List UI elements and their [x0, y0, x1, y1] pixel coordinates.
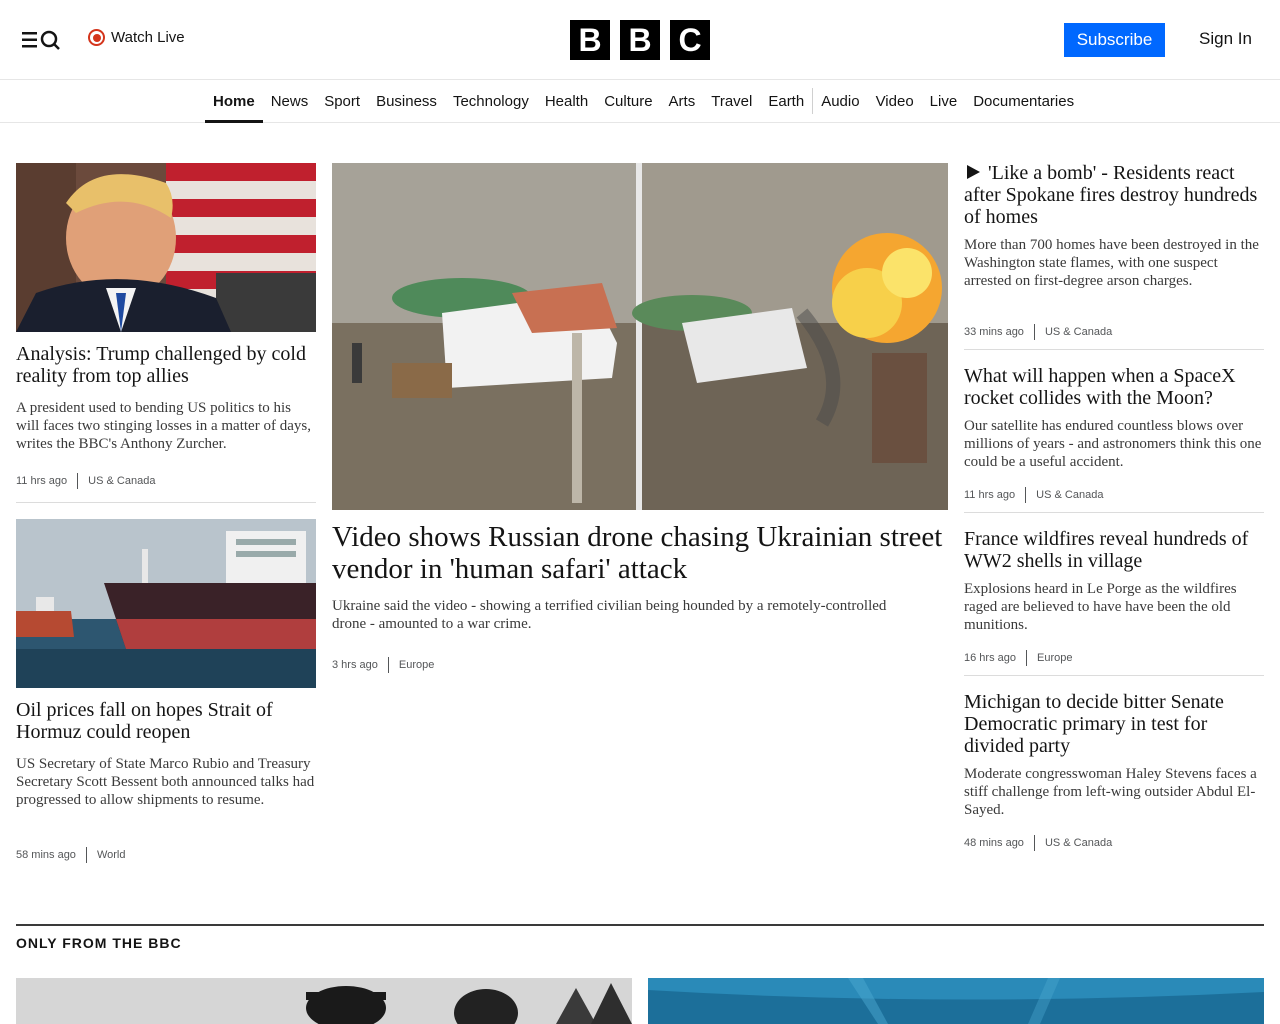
story-divider	[964, 675, 1264, 676]
nav-item-live[interactable]: Live	[922, 80, 966, 122]
lead-story-summary: Ukraine said the video - showing a terri…	[332, 598, 887, 632]
story-headline[interactable]: Analysis: Trump challenged by cold reali…	[16, 343, 316, 387]
watch-live-link[interactable]: Watch Live	[88, 29, 185, 46]
story-section-link[interactable]: Europe	[399, 659, 434, 671]
story-headline[interactable]: What will happen when a SpaceX rocket co…	[964, 365, 1264, 409]
story-time: 33 mins ago	[964, 326, 1024, 338]
story-section-link[interactable]: US & Canada	[1045, 837, 1112, 849]
story-headline[interactable]: France wildfires reveal hundreds of WW2 …	[964, 528, 1269, 572]
lead-story-headline[interactable]: Video shows Russian drone chasing Ukrain…	[332, 521, 948, 585]
menu-search-button[interactable]	[20, 28, 64, 52]
story-headline[interactable]: Michigan to decide bitter Senate Democra…	[964, 691, 1264, 757]
meta-divider	[1033, 324, 1035, 340]
nav-item-travel[interactable]: Travel	[703, 80, 760, 122]
nav-item-health[interactable]: Health	[537, 80, 596, 122]
meta-divider	[1025, 487, 1027, 503]
story-section-link[interactable]: US & Canada	[1036, 489, 1103, 501]
story-summary: Explosions heard in Le Porge as the wild…	[964, 581, 1237, 633]
live-icon	[88, 29, 105, 46]
story-time: 58 mins ago	[16, 849, 76, 861]
play-icon	[967, 165, 980, 179]
nav-item-arts[interactable]: Arts	[661, 80, 704, 122]
trump-photo[interactable]	[16, 163, 316, 332]
nav-item-video[interactable]: Video	[868, 80, 922, 122]
nav-item-earth[interactable]: Earth	[760, 80, 812, 122]
story-meta: 11 hrs ago US & Canada	[16, 473, 155, 489]
nav-item-audio[interactable]: Audio	[813, 80, 867, 122]
meta-divider	[77, 473, 79, 489]
story-section-link[interactable]: US & Canada	[88, 475, 155, 487]
story-time: 16 hrs ago	[964, 652, 1016, 664]
story-summary: Moderate congresswoman Haley Stevens fac…	[964, 766, 1257, 818]
oil-tanker-photo[interactable]	[16, 519, 316, 688]
meta-divider	[85, 847, 87, 863]
logo-letter: B	[570, 20, 610, 60]
story-time: 48 mins ago	[964, 837, 1024, 849]
bbc-logo[interactable]: B B C	[570, 20, 710, 60]
story-meta: 58 mins ago World	[16, 847, 125, 863]
feature-photo-bw[interactable]	[16, 978, 632, 1024]
story-meta: 33 mins ago US & Canada	[964, 324, 1112, 340]
story-section-link[interactable]: US & Canada	[1045, 326, 1112, 338]
story-summary: US Secretary of State Marco Rubio and Tr…	[16, 756, 315, 808]
story-time: 11 hrs ago	[16, 475, 68, 487]
story-summary: More than 700 homes have been destroyed …	[964, 237, 1259, 289]
section-title: ONLY FROM THE BBC	[16, 935, 182, 951]
menu-icon	[22, 30, 60, 50]
site-header: Watch Live B B C Subscribe Sign In	[0, 0, 1280, 80]
watch-live-label: Watch Live	[111, 29, 185, 46]
nav-item-home[interactable]: Home	[205, 80, 263, 123]
sign-in-link[interactable]: Sign In	[1199, 29, 1252, 49]
meta-divider	[1033, 835, 1035, 851]
story-divider	[964, 349, 1264, 350]
logo-letter: C	[670, 20, 710, 60]
story-summary: A president used to bending US politics …	[16, 400, 311, 452]
drone-attack-video-still[interactable]	[332, 163, 948, 510]
story-summary: Our satellite has endured countless blow…	[964, 418, 1262, 470]
story-divider	[16, 502, 316, 503]
story-section-link[interactable]: World	[97, 849, 126, 861]
logo-letter: B	[620, 20, 660, 60]
subscribe-button[interactable]: Subscribe	[1064, 23, 1165, 57]
main-nav: Home News Sport Business Technology Heal…	[0, 80, 1280, 123]
story-meta: 11 hrs ago US & Canada	[964, 487, 1103, 503]
section-rule	[16, 924, 1264, 926]
meta-divider	[387, 657, 389, 673]
meta-divider	[1025, 650, 1027, 666]
nav-list: Home News Sport Business Technology Heal…	[205, 80, 1082, 123]
story-meta: 48 mins ago US & Canada	[964, 835, 1112, 851]
nav-item-news[interactable]: News	[263, 80, 317, 122]
nav-item-technology[interactable]: Technology	[445, 80, 537, 122]
story-meta: 16 hrs ago Europe	[964, 650, 1072, 666]
story-section-link[interactable]: Europe	[1037, 652, 1072, 664]
feature-photo-ocean[interactable]	[648, 978, 1264, 1024]
nav-item-documentaries[interactable]: Documentaries	[965, 80, 1082, 122]
story-divider	[964, 512, 1264, 513]
nav-item-business[interactable]: Business	[368, 80, 445, 122]
story-time: 3 hrs ago	[332, 659, 378, 671]
nav-item-culture[interactable]: Culture	[596, 80, 660, 122]
story-meta: 3 hrs ago Europe	[332, 657, 434, 673]
story-time: 11 hrs ago	[964, 489, 1016, 501]
nav-item-sport[interactable]: Sport	[316, 80, 368, 122]
story-headline-text: 'Like a bomb' - Residents react after Sp…	[964, 162, 1258, 228]
story-headline[interactable]: Oil prices fall on hopes Strait of Hormu…	[16, 699, 316, 743]
story-headline-video[interactable]: 'Like a bomb' - Residents react after Sp…	[964, 162, 1264, 228]
